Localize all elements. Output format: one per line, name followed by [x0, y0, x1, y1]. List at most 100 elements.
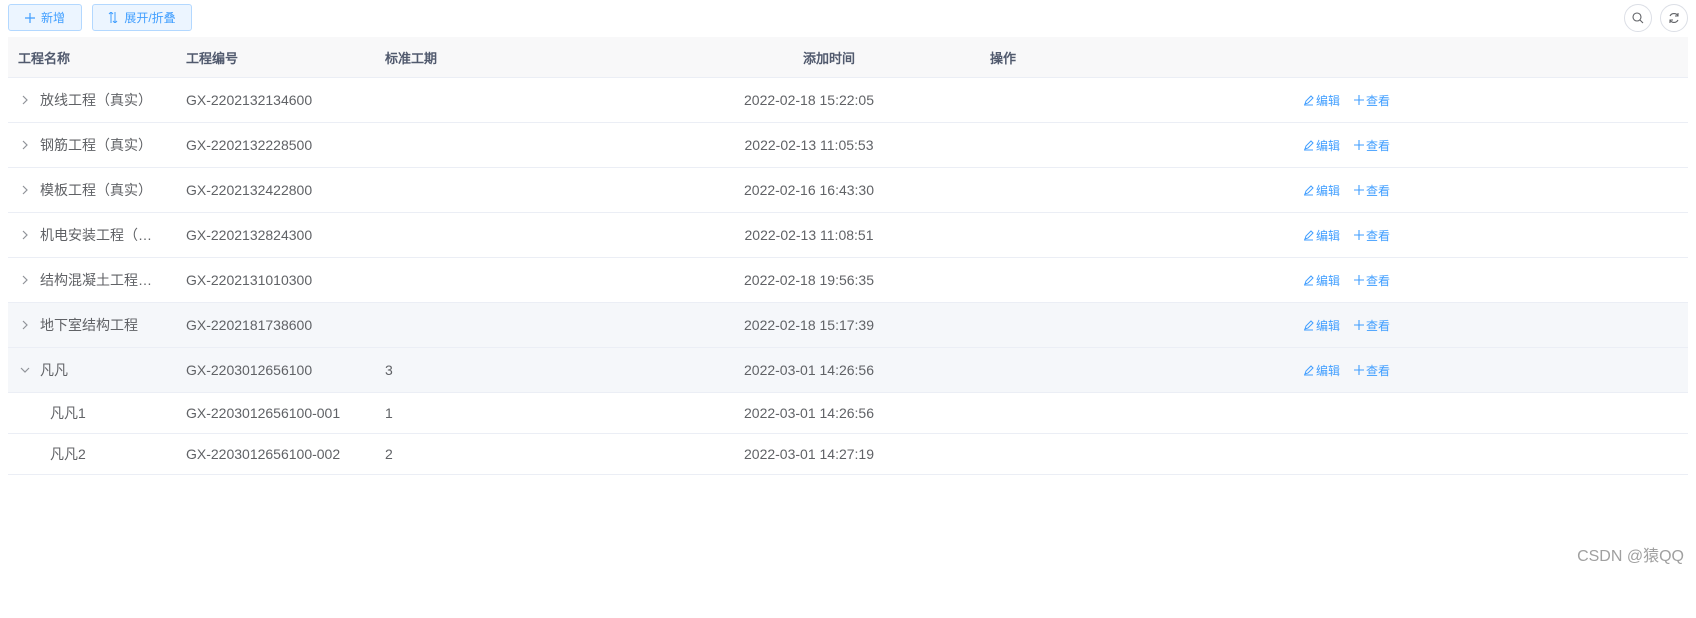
- chevron-right-icon[interactable]: [18, 138, 32, 152]
- child-time: 2022-03-01 14:26:56: [744, 405, 874, 421]
- child-code: GX-2203012656100-002: [186, 446, 341, 462]
- project-code: GX-2202131010300: [186, 272, 313, 288]
- project-time: 2022-02-16 16:43:30: [744, 182, 874, 198]
- project-code: GX-2203012656100: [186, 362, 313, 378]
- edit-link[interactable]: 编辑: [1303, 362, 1340, 379]
- project-name: 机电安装工程（…: [40, 227, 152, 243]
- project-name: 凡凡: [40, 362, 68, 378]
- row-actions: 编辑 查看: [1033, 137, 1433, 154]
- table-body: 放线工程（真实） GX-2202132134600 2022-02-18 15:22…: [8, 78, 1688, 475]
- chevron-right-icon[interactable]: [18, 318, 32, 332]
- table-header: 工程名称 工程编号 标准工期 添加时间 操作: [8, 37, 1688, 78]
- project-name: 钢筋工程（真实）: [40, 137, 152, 153]
- table-row: 钢筋工程（真实） GX-2202132228500 2022-02-13 11:05…: [8, 123, 1688, 168]
- refresh-icon: [1668, 12, 1680, 24]
- child-name: 凡凡2: [50, 446, 86, 462]
- child-time: 2022-03-01 14:27:19: [744, 446, 874, 462]
- edit-icon: [1303, 274, 1314, 286]
- plus-icon: [1354, 320, 1365, 330]
- row-actions: 编辑 查看: [1033, 317, 1433, 334]
- table-child-row: 凡凡1 GX-2203012656100-001 1 2022-03-01 14:26…: [8, 393, 1688, 434]
- view-label: 查看: [1366, 273, 1391, 288]
- search-button[interactable]: [1624, 4, 1652, 32]
- project-time: 2022-02-13 11:08:51: [744, 227, 874, 243]
- row-actions: 编辑 查看: [1033, 92, 1433, 109]
- cell-name: 凡凡: [8, 360, 178, 380]
- project-code: GX-2202132134600: [186, 92, 313, 108]
- right-tools: [1624, 4, 1688, 32]
- chevron-right-icon[interactable]: [18, 273, 32, 287]
- plus-icon: [1354, 365, 1365, 375]
- edit-link[interactable]: 编辑: [1303, 182, 1340, 199]
- row-actions: 编辑 查看: [1033, 272, 1433, 289]
- chevron-down-icon[interactable]: [18, 363, 32, 377]
- edit-label: 编辑: [1316, 228, 1341, 243]
- edit-link[interactable]: 编辑: [1303, 92, 1340, 109]
- plus-icon: [1354, 230, 1365, 240]
- view-label: 查看: [1366, 363, 1391, 378]
- project-code: GX-2202132422800: [186, 182, 313, 198]
- project-name: 地下室结构工程: [40, 317, 138, 333]
- edit-link[interactable]: 编辑: [1303, 227, 1340, 244]
- row-actions: 编辑 查看: [1033, 182, 1433, 199]
- table-row: 模板工程（真实） GX-2202132422800 2022-02-16 16:43…: [8, 168, 1688, 213]
- project-period: 3: [385, 362, 393, 378]
- edit-link[interactable]: 编辑: [1303, 317, 1340, 334]
- project-name: 放线工程（真实）: [40, 92, 152, 108]
- table-row: 地下室结构工程 GX-2202181738600 2022-02-18 15:17:…: [8, 303, 1688, 348]
- edit-icon: [1303, 94, 1314, 106]
- refresh-button[interactable]: [1660, 4, 1688, 32]
- edit-label: 编辑: [1316, 183, 1341, 198]
- project-time: 2022-02-13 11:05:53: [744, 137, 874, 153]
- edit-icon: [1303, 319, 1314, 331]
- view-label: 查看: [1366, 318, 1391, 333]
- column-header-name: 工程名称: [18, 50, 71, 66]
- view-link[interactable]: 查看: [1354, 137, 1390, 154]
- edit-link[interactable]: 编辑: [1303, 137, 1340, 154]
- project-code: GX-2202181738600: [186, 317, 313, 333]
- plus-icon: [24, 12, 35, 23]
- add-button-label: 新增: [40, 11, 65, 25]
- chevron-right-icon[interactable]: [18, 93, 32, 107]
- sort-icon: [108, 12, 118, 23]
- edit-link[interactable]: 编辑: [1303, 272, 1340, 289]
- view-link[interactable]: 查看: [1354, 362, 1390, 379]
- edit-label: 编辑: [1316, 273, 1341, 288]
- project-code: GX-2202132228500: [186, 137, 313, 153]
- plus-icon: [1354, 275, 1365, 285]
- project-name: 结构混凝土工程…: [40, 272, 152, 288]
- table-row: 结构混凝土工程… GX-2202131010300 2022-02-18 19:56…: [8, 258, 1688, 303]
- view-link[interactable]: 查看: [1354, 317, 1390, 334]
- view-link[interactable]: 查看: [1354, 272, 1390, 289]
- chevron-right-icon[interactable]: [18, 228, 32, 242]
- view-link[interactable]: 查看: [1354, 182, 1390, 199]
- view-link[interactable]: 查看: [1354, 227, 1390, 244]
- row-actions: 编辑 查看: [1033, 227, 1433, 244]
- view-label: 查看: [1366, 228, 1391, 243]
- edit-icon: [1303, 364, 1314, 376]
- expand-collapse-button[interactable]: 展开/折叠: [92, 4, 192, 31]
- project-code: GX-2202132824300: [186, 227, 313, 243]
- add-button[interactable]: 新增: [8, 4, 82, 31]
- edit-label: 编辑: [1316, 138, 1341, 153]
- cell-name: 地下室结构工程: [8, 315, 178, 335]
- row-actions: 编辑 查看: [1033, 362, 1433, 379]
- table-child-row: 凡凡2 GX-2203012656100-002 2 2022-03-01 14:27…: [8, 434, 1688, 475]
- cell-name: 放线工程（真实）: [8, 90, 178, 110]
- view-label: 查看: [1366, 183, 1391, 198]
- edit-label: 编辑: [1316, 93, 1341, 108]
- child-period: 2: [385, 446, 393, 462]
- column-header-actions: 操作: [989, 50, 1016, 66]
- edit-icon: [1303, 184, 1314, 196]
- edit-label: 编辑: [1316, 318, 1341, 333]
- project-table: 工程名称 工程编号 标准工期 添加时间 操作 放线工程（真实） GX-220213…: [8, 37, 1688, 475]
- cell-name: 凡凡2: [8, 444, 178, 464]
- search-icon: [1632, 12, 1644, 24]
- view-link[interactable]: 查看: [1354, 92, 1390, 109]
- edit-label: 编辑: [1316, 363, 1341, 378]
- toolbar: 新增 展开/折叠: [8, 4, 192, 32]
- chevron-right-icon[interactable]: [18, 183, 32, 197]
- project-time: 2022-02-18 15:22:05: [744, 92, 874, 108]
- plus-icon: [1354, 140, 1365, 150]
- edit-icon: [1303, 229, 1314, 241]
